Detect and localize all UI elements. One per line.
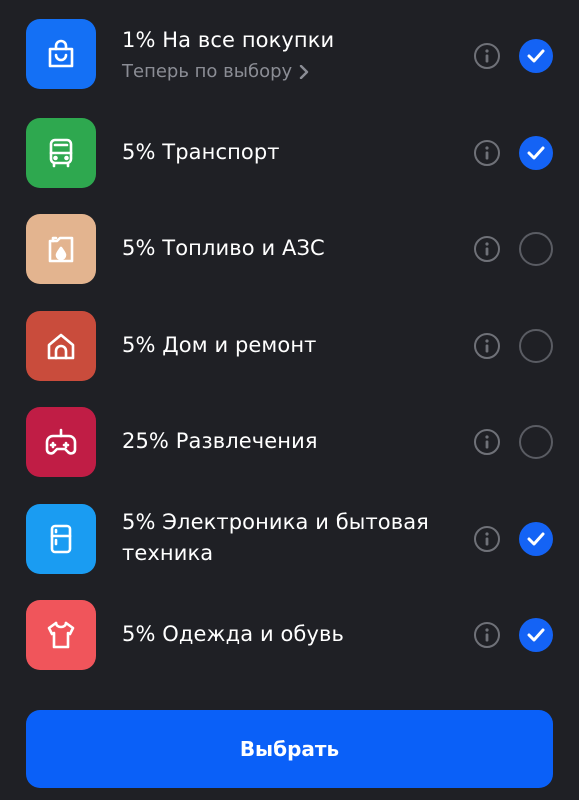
category-label: 5% Топливо и АЗС [122,236,325,260]
fuel-canister-icon [26,214,96,284]
checkbox-checked[interactable] [519,39,553,73]
info-icon[interactable] [474,333,500,359]
category-row-all-purchases[interactable]: 1% На все покупки Теперь по выбору [0,10,579,106]
category-text: 25% Развлечения [122,426,462,457]
category-label: 25% Развлечения [122,429,318,453]
info-icon[interactable] [474,140,500,166]
choose-subtitle-link[interactable]: Теперь по выбору [122,58,462,86]
info-icon[interactable] [474,236,500,262]
category-label: 1% На все покупки [122,28,335,52]
category-text: 5% Одежда и обувь [122,619,462,650]
category-text: 1% На все покупки Теперь по выбору [122,25,462,86]
category-row-electronics[interactable]: 5% Электроника и бытовая техника [0,494,579,590]
category-row-transport[interactable]: 5% Транспорт [0,108,579,204]
category-label: 5% Транспорт [122,140,280,164]
bus-icon [26,118,96,188]
info-icon[interactable] [474,622,500,648]
category-row-fuel[interactable]: 5% Топливо и АЗС [0,204,579,300]
category-row-clothing[interactable]: 5% Одежда и обувь [0,590,579,686]
gamepad-icon [26,407,96,477]
checkbox-checked[interactable] [519,618,553,652]
subtitle-text: Теперь по выбору [122,61,293,82]
category-text: 5% Топливо и АЗС [122,233,462,264]
category-label: 5% Дом и ремонт [122,333,317,357]
checkbox-checked[interactable] [519,136,553,170]
tshirt-icon [26,600,96,670]
checkbox-unchecked[interactable] [519,329,553,363]
category-picker-screen: 1% На все покупки Теперь по выбору 5% Тр… [0,0,579,800]
chevron-right-icon [299,65,309,79]
category-label-line2: техника [122,541,214,565]
category-label-line1: 5% Электроника и бытовая [122,510,429,534]
fridge-icon [26,504,96,574]
category-row-home[interactable]: 5% Дом и ремонт [0,301,579,397]
category-text: 5% Транспорт [122,137,462,168]
checkbox-unchecked[interactable] [519,425,553,459]
info-icon[interactable] [474,429,500,455]
category-text: 5% Дом и ремонт [122,330,462,361]
category-row-entertainment[interactable]: 25% Развлечения [0,397,579,493]
checkbox-unchecked[interactable] [519,232,553,266]
select-button[interactable]: Выбрать [26,710,553,788]
checkbox-checked[interactable] [519,522,553,556]
category-text: 5% Электроника и бытовая техника [122,507,462,569]
info-icon[interactable] [474,526,500,552]
house-icon [26,311,96,381]
shopping-bag-icon [26,19,96,89]
category-label: 5% Одежда и обувь [122,622,344,646]
info-icon[interactable] [474,43,500,69]
